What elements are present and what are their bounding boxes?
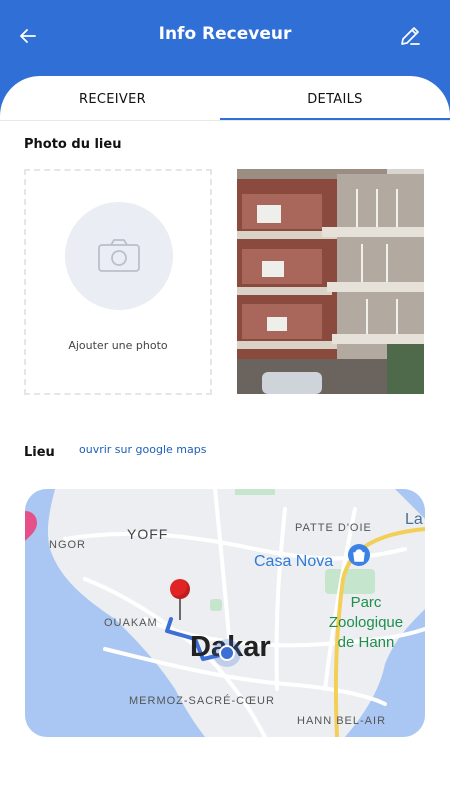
map-label-parc-line3: de Hann bbox=[337, 634, 395, 651]
map-label-ouakam: OUAKAM bbox=[104, 617, 158, 629]
add-photo-label: Ajouter une photo bbox=[68, 339, 168, 352]
camera-icon bbox=[98, 239, 140, 272]
add-photo-circle bbox=[65, 202, 173, 310]
map-label-parc-line2: Zoologique bbox=[328, 614, 404, 631]
red-pin-icon bbox=[169, 578, 191, 622]
add-photo-button[interactable]: Ajouter une photo bbox=[24, 169, 212, 395]
location-section-title: Lieu bbox=[24, 445, 55, 460]
divider bbox=[0, 120, 450, 121]
map-label-casa-nova: Casa Nova bbox=[254, 553, 334, 570]
map-label-parc: Parc Zoologique de Hann bbox=[323, 593, 409, 653]
tab-bar: RECEIVER DETAILS bbox=[0, 76, 450, 126]
tab-details[interactable]: DETAILS bbox=[220, 76, 450, 122]
blue-dot-icon bbox=[213, 639, 241, 667]
map-label-yoff: YOFF bbox=[127, 526, 169, 542]
map-label-hann: HANN BEL-AIR bbox=[297, 715, 387, 727]
photo-section-title: Photo du lieu bbox=[24, 137, 122, 152]
pencil-icon bbox=[401, 27, 420, 45]
map-label-la: La bbox=[405, 511, 423, 528]
edit-button[interactable] bbox=[396, 22, 424, 50]
map-label-ngor: NGOR bbox=[49, 539, 86, 551]
location-map[interactable]: YOFF NGOR PATTE D'OIE La Casa Nova OUAKA… bbox=[25, 489, 425, 737]
page-title: Info Receveur bbox=[158, 24, 292, 44]
tab-receiver[interactable]: RECEIVER bbox=[0, 76, 225, 122]
open-google-maps-link[interactable]: ouvrir sur google maps bbox=[79, 443, 206, 456]
map-label-patte-doie: PATTE D'OIE bbox=[295, 522, 372, 534]
building-photo[interactable] bbox=[237, 169, 424, 394]
map-label-parc-line1: Parc bbox=[350, 594, 382, 611]
map-label-mermoz: MERMOZ-SACRÉ-CŒUR bbox=[129, 695, 275, 707]
